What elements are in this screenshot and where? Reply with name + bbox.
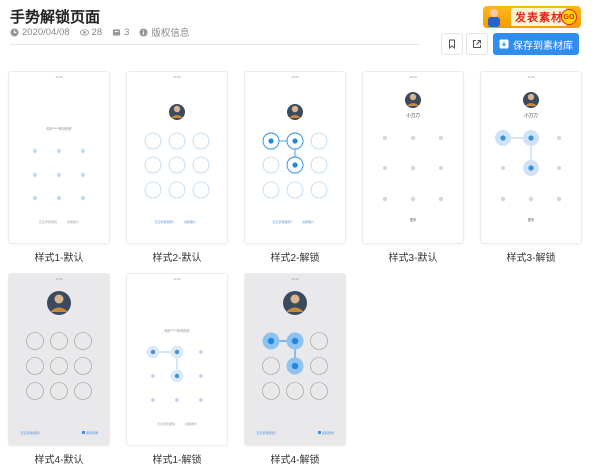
hint-text: 你好*****你好你好 [164,328,190,333]
views-count: 28 [91,26,103,38]
clock-icon [10,27,19,37]
thumbnail[interactable]: 12:00 忘记手势密码？ 切换账户 [127,72,227,243]
password-login-link: 密码登录 [86,430,98,435]
bookmark-icon [449,39,455,49]
avatar [523,92,539,108]
forgot-pattern-link: 忘记手势密码 [39,219,57,224]
pattern-grid [144,132,210,199]
status-time: 12:00 [409,75,417,79]
forgot-link: 忘记手势密码？ [154,219,175,224]
card-caption[interactable]: 样式2-默认 [127,249,227,264]
thumbnail[interactable]: 12:00 忘记手势密码？ 密码登录 [245,274,345,445]
more-link: 更多 [410,217,416,222]
lock-icon [82,431,85,434]
thumbnail[interactable]: 12:00 小刀刀 更多 [481,72,581,243]
files-count: 3 [124,26,130,38]
file-icon [113,28,121,36]
screen-style3-unlock: 12:00 小刀刀 更多 [495,75,562,222]
eye-icon [79,28,89,36]
promo-figure-icon [485,7,503,27]
card-caption[interactable]: 样式4-默认 [9,451,109,466]
card-caption[interactable]: 样式4-解锁 [245,451,345,466]
screen-style2-default: 12:00 忘记手势密码？ 切换账户 [144,75,210,224]
screen-style3-default: 12:00 小刀刀 更多 [382,75,444,222]
bookmark-button[interactable] [441,33,463,55]
avatar [169,104,185,120]
external-link-icon [473,40,481,48]
card-style4-default[interactable]: 12:00 忘记手势密码？ 密码登录 样式4-默认 [9,274,109,466]
switch-account-link: 切换账户 [184,219,196,224]
forgot-pattern-link: 忘记手势密码 [157,421,175,426]
status-time: 12:00 [291,277,299,281]
avatar [287,104,303,120]
card-style2-unlock[interactable]: 12:00 忘记手势密码？ 切换账户 样式2-解锁 [245,72,345,264]
status-time: 12:00 [527,75,535,79]
card-style4-unlock[interactable]: 12:00 忘记手势密码？ 密码登录 样式4-解锁 [245,274,345,466]
card-style1-unlock[interactable]: 12:00 你好*****你好你好 忘记手势密码 切换账户 样式1-解锁 [127,274,227,466]
card-caption[interactable]: 样式2-解锁 [245,249,345,264]
card-style1-default[interactable]: 12:00 你好*****你好你好 忘记手势密码 切换账户 样式1-默认 [9,72,109,264]
status-time: 12:00 [173,75,181,79]
save-to-library-button[interactable]: 保存到素材库 [493,33,579,55]
card-style2-default[interactable]: 12:00 忘记手势密码？ 切换账户 样式2-默认 [127,72,227,264]
download-box-icon [499,39,509,49]
switch-account-link: 切换账户 [302,219,314,224]
switch-account-link: 切换账户 [185,421,197,426]
card-caption[interactable]: 样式3-默认 [363,249,463,264]
pattern-grid [32,148,86,201]
active-nodes [262,332,304,375]
page-title: 手势解锁页面 [10,9,101,26]
license-link[interactable]: 版权信息 [151,25,189,39]
avatar [283,291,307,315]
save-button-label: 保存到素材库 [513,40,573,52]
views-meta: 28 [79,26,103,38]
hint-text: 你好*****你好你好 [46,126,72,131]
meta-row: 2020/04/08 28 3 版权信息 [10,25,189,39]
date-text: 2020/04/08 [22,26,70,38]
screen-style1-unlock: 12:00 你好*****你好你好 忘记手势密码 切换账户 [146,277,204,426]
pattern-grid [382,135,444,202]
card-style3-default[interactable]: 12:00 小刀刀 更多 样式3-默认 [363,72,463,264]
forgot-link: 忘记手势密码？ [256,430,277,435]
promo-label: 发表素材 [511,8,567,26]
forgot-link: 忘记手势密码？ [20,430,41,435]
pattern-grid [26,332,92,400]
status-time: 12:00 [55,75,63,79]
thumbnail[interactable]: 12:00 忘记手势密码？ 切换账户 [245,72,345,243]
avatar [47,291,71,315]
username: 小刀刀 [524,112,538,119]
screen-style4-unlock: 12:00 忘记手势密码？ 密码登录 [256,277,334,435]
screen-style2-unlock: 12:00 忘记手势密码？ 切换账户 [262,75,328,224]
card-caption[interactable]: 样式1-默认 [9,249,109,264]
status-time: 12:00 [55,277,63,281]
thumbnail[interactable]: 12:00 小刀刀 更多 [363,72,463,243]
license-meta[interactable]: 版权信息 [139,25,189,39]
username: 小刀刀 [406,112,420,119]
publish-promo-banner[interactable]: 发表素材 GO [483,6,581,28]
header-divider [10,44,420,45]
card-caption[interactable]: 样式1-解锁 [127,451,227,466]
info-icon [139,27,148,37]
screen-style1-default: 12:00 你好*****你好你好 忘记手势密码 切换账户 [32,75,86,224]
date-meta: 2020/04/08 [10,27,70,38]
card-style3-unlock[interactable]: 12:00 小刀刀 更多 样式3-解锁 [481,72,581,264]
share-button[interactable] [466,33,488,55]
thumbnail[interactable]: 12:00 忘记手势密码？ 密码登录 [9,274,109,445]
more-link: 更多 [528,217,534,222]
active-nodes [262,132,304,174]
thumbnail[interactable]: 12:00 你好*****你好你好 忘记手势密码 切换账户 [127,274,227,445]
forgot-link: 忘记手势密码？ [272,219,293,224]
promo-go-badge: GO [561,9,577,25]
card-caption[interactable]: 样式3-解锁 [481,249,581,264]
files-meta: 3 [112,27,129,38]
thumbnail[interactable]: 12:00 你好*****你好你好 忘记手势密码 切换账户 [9,72,109,243]
switch-account-link: 切换账户 [67,219,79,224]
lock-icon [318,431,321,434]
password-login-link: 密码登录 [322,430,334,435]
status-time: 12:00 [173,277,181,281]
screen-style4-default: 12:00 忘记手势密码？ 密码登录 [20,277,98,435]
avatar [405,92,421,108]
status-time: 12:00 [291,75,299,79]
